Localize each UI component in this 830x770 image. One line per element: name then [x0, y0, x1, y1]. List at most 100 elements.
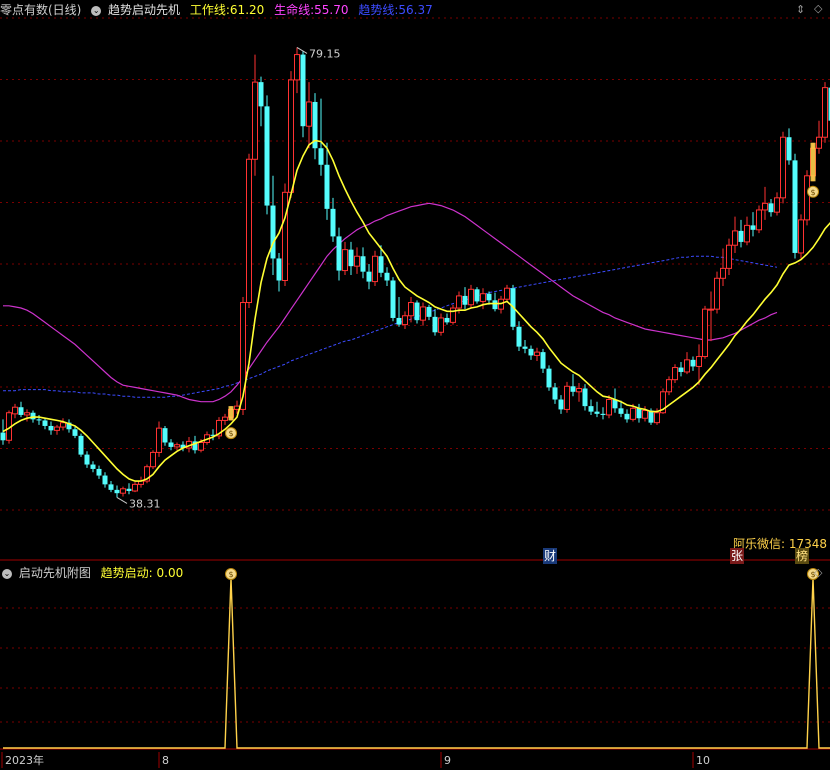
trend-line: [3, 255, 778, 398]
candle-body: [768, 203, 774, 213]
candle-body: [36, 419, 42, 421]
candle-body: [288, 79, 294, 193]
diamond-icon[interactable]: ◇: [814, 2, 822, 15]
candle-body: [18, 407, 24, 415]
candle-body: [726, 244, 732, 269]
candle-body: [0, 432, 6, 441]
candle-body: [414, 302, 420, 321]
legend-life-label: 生命线:: [274, 3, 315, 17]
candle-body: [714, 277, 720, 310]
candle-body: [102, 475, 108, 485]
candle-body: [390, 280, 396, 318]
candle-body: [564, 385, 570, 410]
candle-body: [804, 175, 810, 221]
candle-body: [258, 82, 264, 107]
candle-body: [126, 488, 132, 491]
candle-body: [558, 399, 564, 410]
candle-body: [378, 256, 384, 273]
candle-body: [456, 295, 462, 309]
candle-body: [24, 412, 30, 416]
candle-body: [684, 359, 690, 373]
sub-title: 启动先机附图: [18, 566, 91, 580]
candle-body: [666, 379, 672, 393]
candle-body: [108, 484, 114, 490]
badge-cai[interactable]: 财: [543, 548, 558, 564]
candle-body: [630, 407, 636, 420]
candle-body: [174, 444, 180, 448]
candle-body: [594, 411, 600, 414]
candle-body: [96, 468, 102, 476]
candle-body: [552, 387, 558, 400]
candle-body: [624, 413, 630, 420]
sub-collapse-icon[interactable]: ⌄: [2, 568, 12, 579]
candle-body: [480, 293, 486, 302]
sub-diamond-icon[interactable]: ◇: [814, 566, 822, 579]
x-axis-label: 8: [162, 754, 169, 767]
candle-body: [738, 230, 744, 242]
x-axis-label: 2023年: [5, 753, 44, 767]
candle-body: [534, 351, 540, 356]
candle-body: [582, 388, 588, 407]
candle-body: [672, 367, 678, 381]
candle-body: [408, 302, 414, 317]
money-bag-symbol: $: [228, 429, 233, 438]
signal-bar: [810, 142, 816, 182]
candle-body: [492, 300, 498, 310]
candle-body: [306, 101, 312, 127]
candle-body: [432, 316, 438, 333]
candle-body: [756, 209, 762, 231]
x-axis-label: 10: [696, 754, 710, 767]
badge-zhang[interactable]: 张: [730, 548, 745, 564]
candle-body: [420, 306, 426, 321]
candle-body: [426, 306, 432, 317]
collapse-icon[interactable]: ⌄: [91, 5, 102, 16]
candle-body: [792, 160, 798, 253]
high-price-label: 79.15: [309, 47, 341, 60]
candle-body: [48, 425, 54, 431]
candle-body: [300, 54, 306, 127]
candle-body: [72, 429, 78, 436]
candle-body: [348, 249, 354, 267]
candle-body: [42, 420, 48, 426]
candle-body: [294, 54, 300, 81]
candle-body: [336, 236, 342, 271]
legend-life-value: 55.70: [314, 3, 349, 17]
candle-body: [780, 136, 786, 199]
candle-body: [744, 224, 750, 243]
sub-legend-label: 趋势启动:: [100, 566, 153, 580]
badge-bang[interactable]: 榜: [795, 548, 810, 564]
x-axis-label: 9: [444, 754, 451, 767]
candle-body: [12, 406, 18, 415]
candle-body: [528, 348, 534, 356]
candle-body: [78, 435, 84, 455]
candle-body: [246, 158, 252, 304]
candle-body: [540, 352, 546, 369]
candle-body: [618, 408, 624, 414]
candle-body: [732, 230, 738, 246]
main-header: 零点有数(日线) ⌄ 趋势启动先机 工作线:61.20 生命线:55.70 趋势…: [0, 2, 433, 18]
candle-body: [318, 148, 324, 165]
candle-body: [252, 81, 258, 160]
candle-body: [372, 255, 378, 283]
maximize-icon[interactable]: ⇕: [796, 3, 805, 16]
candle-body: [324, 164, 330, 209]
candle-body: [30, 412, 36, 420]
candle-body: [696, 356, 702, 367]
candle-body: [150, 451, 156, 468]
chart-title: 零点有数(日线): [0, 3, 82, 17]
candle-body: [690, 359, 696, 367]
candle-body: [198, 441, 204, 451]
legend-trend-value: 56.37: [398, 3, 433, 17]
candle-body: [90, 464, 96, 469]
candle-body: [474, 289, 480, 302]
sub-money-bag-symbol: $: [228, 570, 233, 579]
sub-header: ⌄ 启动先机附图 趋势启动: 0.00: [2, 565, 183, 581]
candle-body: [516, 326, 522, 347]
candle-body: [132, 483, 138, 492]
candle-body: [486, 293, 492, 301]
candle-body: [354, 255, 360, 267]
candle-body: [720, 267, 726, 279]
candle-body: [762, 202, 768, 211]
candle-body: [546, 368, 552, 388]
candle-body: [330, 208, 336, 237]
